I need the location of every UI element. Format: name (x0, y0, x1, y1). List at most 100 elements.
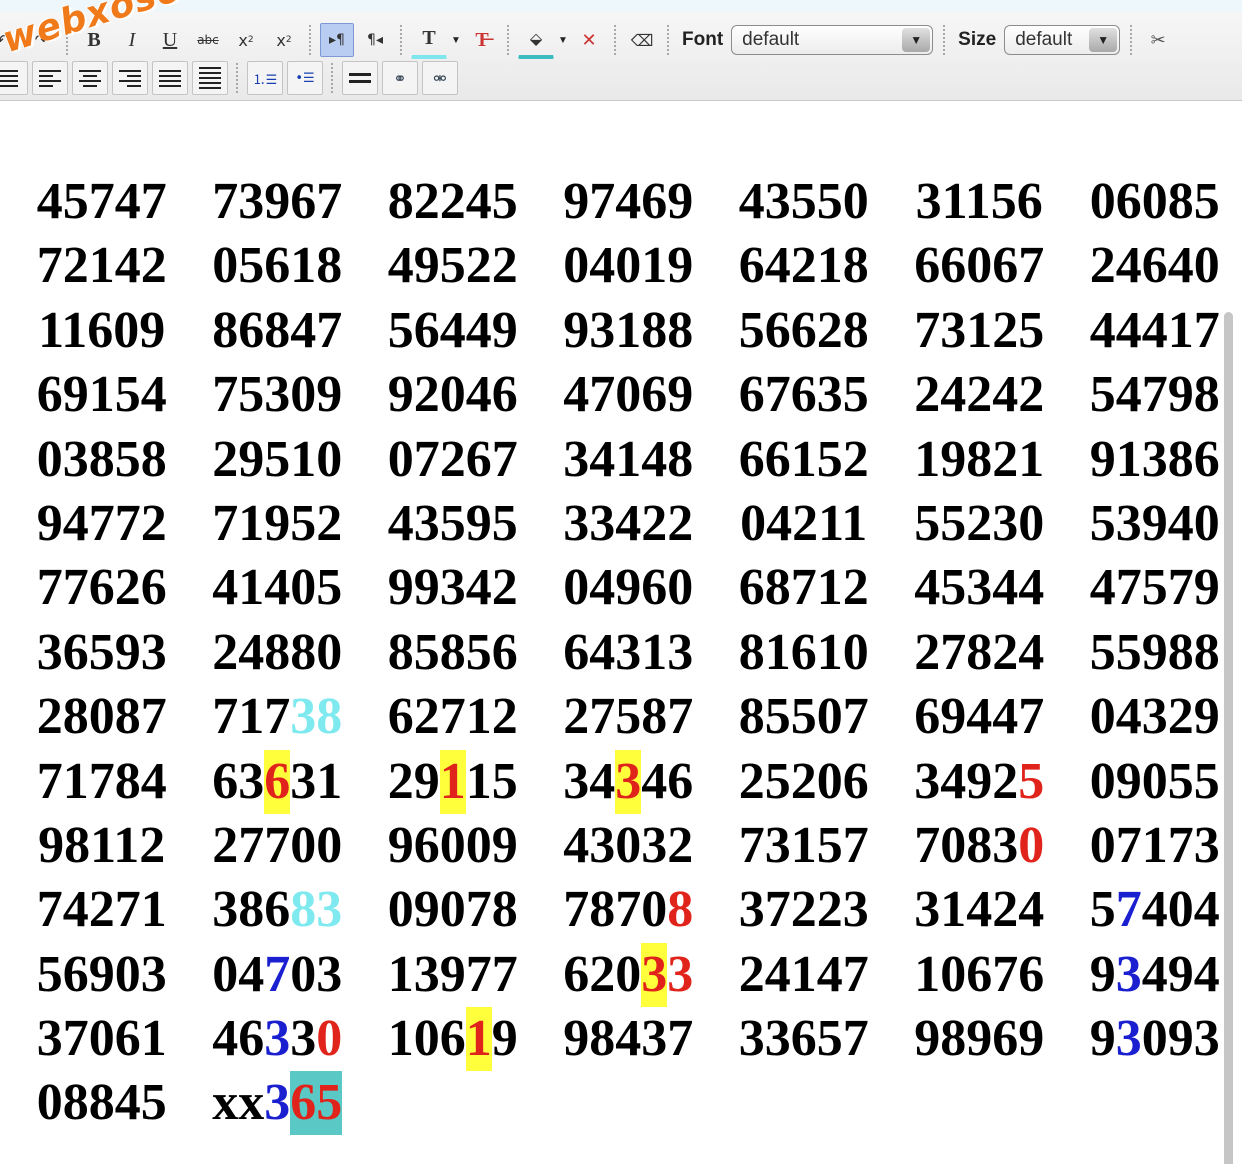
toolbar-separator (400, 25, 403, 55)
number-segment: 33422 (563, 494, 694, 552)
horizontal-rule-icon[interactable] (342, 61, 378, 95)
number-cell: 64218 (716, 234, 892, 298)
number-segment: 404 (1141, 881, 1220, 939)
number-cell: 34925 (892, 750, 1068, 814)
font-label: Font (682, 29, 724, 50)
number-segment: 74271 (36, 881, 167, 939)
strikethrough-icon[interactable]: abc (191, 23, 225, 57)
number-segment: 9 (1089, 945, 1116, 1003)
align-justify-left-icon[interactable] (0, 61, 28, 95)
number-cell: 29115 (365, 749, 541, 814)
number-segment: 73967 (212, 173, 343, 230)
number-segment: 3 (264, 1074, 291, 1132)
unordered-list-icon[interactable]: •☰ (287, 61, 323, 95)
align-center-icon[interactable] (72, 61, 108, 95)
unlink-icon[interactable]: ⚮ (422, 61, 458, 95)
align-left-icon[interactable] (32, 61, 68, 95)
number-segment: 31424 (914, 881, 1045, 939)
number-cell: 33422 (541, 492, 717, 556)
number-cell: 98112 (14, 814, 190, 878)
number-cell: 24640 (1067, 234, 1242, 298)
number-segment: 25206 (738, 752, 869, 810)
toolbar-separator (309, 25, 312, 55)
number-segment: 3 (1115, 1010, 1142, 1068)
number-cell: 44417 (1067, 299, 1242, 363)
number-segment: 31156 (915, 173, 1043, 230)
number-cell: 66067 (892, 234, 1068, 298)
number-segment: 86847 (212, 301, 343, 359)
toolbar-separator (943, 25, 946, 55)
number-segment: 56903 (36, 945, 167, 1003)
chevron-down-icon: ▼ (1089, 28, 1118, 52)
number-cell: 08845 (14, 1071, 190, 1135)
remove-background-icon[interactable]: ✕ (572, 23, 606, 57)
underline-icon[interactable]: U (153, 23, 187, 57)
font-select[interactable]: default ▼ (731, 25, 934, 55)
number-segment: 3 (290, 1010, 317, 1068)
remove-format-icon[interactable]: T̶ (465, 23, 499, 57)
align-full-icon[interactable] (192, 61, 228, 95)
number-segment: 8 (667, 881, 694, 939)
number-segment: 43595 (387, 494, 518, 552)
superscript-icon[interactable]: x2 (267, 23, 301, 57)
ordered-list-icon[interactable]: ⒈☰ (247, 61, 283, 95)
number-segment: 106 (387, 1010, 466, 1068)
number-cell: 05618 (190, 234, 366, 298)
number-cell: 43550 (716, 170, 892, 234)
align-justify-icon[interactable] (152, 61, 188, 95)
number-segment: 92046 (387, 366, 518, 424)
number-cell: 93093 (1067, 1007, 1242, 1071)
cut-icon[interactable]: ✂ (1141, 23, 1175, 57)
number-segment: 11609 (38, 301, 166, 359)
number-segment: 03858 (36, 430, 167, 488)
number-cell: 27700 (190, 814, 366, 878)
number-cell: 46330 (190, 1007, 366, 1071)
toolbar-separator (614, 25, 617, 55)
number-segment: 31 (290, 752, 343, 810)
number-cell: 97469 (541, 170, 717, 234)
number-cell: 86847 (190, 299, 366, 363)
link-icon[interactable]: ⚭ (382, 61, 418, 95)
number-cell: 09078 (365, 878, 541, 942)
number-segment: 3492 (914, 752, 1019, 810)
eraser-icon[interactable]: ⌫ (625, 23, 659, 57)
ltr-icon[interactable]: ▸¶ (320, 23, 354, 57)
text-color-icon[interactable]: T (411, 22, 447, 59)
vertical-scrollbar[interactable] (1224, 312, 1233, 1164)
number-segment: 19821 (914, 430, 1045, 488)
number-cell: 71784 (14, 750, 190, 814)
number-cell: 73157 (716, 814, 892, 878)
number-segment: 98437 (563, 1010, 694, 1068)
number-segment: 56628 (738, 301, 869, 359)
background-color-dropdown-icon[interactable]: ▼ (556, 24, 570, 56)
font-select-value: default (742, 29, 800, 50)
number-segment: 620 (563, 945, 642, 1003)
number-segment: 28087 (36, 688, 167, 746)
number-cell: 70830 (892, 814, 1068, 878)
number-cell: 73967 (190, 170, 366, 234)
number-cell: 62712 (365, 685, 541, 749)
number-segment: 98112 (38, 816, 166, 874)
size-select[interactable]: default ▼ (1004, 25, 1121, 55)
number-cell: 55988 (1067, 621, 1242, 685)
text-color-dropdown-icon[interactable]: ▼ (449, 24, 463, 56)
number-cell: 45747 (14, 170, 190, 234)
number-segment: 0 (316, 1010, 343, 1068)
number-segment: 05618 (212, 237, 343, 295)
number-segment: 46 (641, 752, 694, 810)
number-segment: 15 (465, 752, 518, 810)
align-right-icon[interactable] (112, 61, 148, 95)
number-segment: 3 (1115, 945, 1142, 1003)
number-segment: 91386 (1089, 430, 1220, 488)
number-segment: 54798 (1089, 366, 1220, 424)
italic-icon[interactable]: I (115, 23, 149, 57)
number-cell: 98437 (541, 1007, 717, 1071)
number-segment: 41405 (212, 559, 343, 617)
number-segment: 717 (212, 688, 291, 746)
number-segment: 13977 (387, 945, 518, 1003)
background-color-icon[interactable]: ⬙ (518, 22, 554, 59)
number-segment: 98969 (914, 1010, 1045, 1068)
rtl-icon[interactable]: ¶◂ (358, 23, 392, 57)
number-segment: 24640 (1089, 237, 1220, 295)
subscript-icon[interactable]: x2 (229, 23, 263, 57)
